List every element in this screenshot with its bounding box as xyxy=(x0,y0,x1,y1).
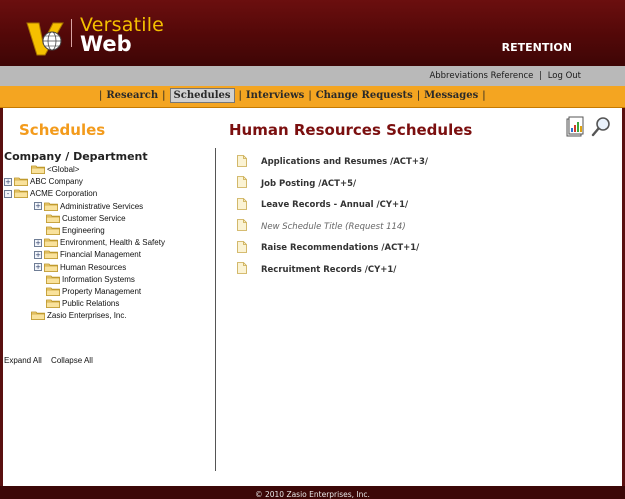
collapse-icon[interactable]: - xyxy=(4,189,12,198)
panel-divider xyxy=(215,148,216,471)
tree-node-label: Engineering xyxy=(62,226,105,235)
folder-icon xyxy=(44,202,58,211)
module-name: RETENTION xyxy=(501,41,572,54)
tree-node[interactable]: + Financial Management xyxy=(34,249,141,260)
expand-icon[interactable]: + xyxy=(34,250,42,259)
nav-separator: | xyxy=(238,90,242,101)
app-header: Versatile Web RETENTION xyxy=(0,0,625,66)
tree-node[interactable]: Information Systems xyxy=(46,274,135,285)
tree-node[interactable]: Customer Service xyxy=(46,213,126,224)
tree-node[interactable]: Engineering xyxy=(46,225,105,236)
tree-node[interactable]: Public Relations xyxy=(46,298,119,309)
folder-icon xyxy=(44,250,58,260)
left-panel-title: Schedules xyxy=(19,121,106,139)
document-icon xyxy=(237,154,261,170)
folder-icon xyxy=(46,287,60,296)
schedule-item[interactable]: Applications and Resumes /ACT+3/ xyxy=(237,154,428,170)
expand-icon[interactable]: + xyxy=(34,238,42,247)
tree-node[interactable]: + ABC Company xyxy=(4,176,83,187)
tree-node-label: <Global> xyxy=(47,165,80,174)
tree-node[interactable]: + Administrative Services xyxy=(34,201,143,212)
schedule-title: New Schedule Title (Request 114) xyxy=(261,221,406,232)
expand-icon[interactable]: + xyxy=(34,263,42,272)
schedule-item[interactable]: Job Posting /ACT+5/ xyxy=(237,176,357,191)
tree-node-label: Zasio Enterprises, Inc. xyxy=(47,311,127,321)
tree-node-label: Human Resources xyxy=(60,262,127,272)
report-icon[interactable] xyxy=(566,116,584,138)
tree-node-label: Administrative Services xyxy=(60,201,144,211)
utility-bar: Abbreviations Reference | Log Out xyxy=(0,66,625,86)
folder-icon xyxy=(44,263,58,272)
tree-node[interactable]: Zasio Enterprises, Inc. xyxy=(31,310,127,321)
nav-research[interactable]: Research xyxy=(106,90,158,101)
folder-icon xyxy=(31,165,45,174)
tree-node[interactable]: <Global> xyxy=(31,164,79,175)
tree-node[interactable]: + Human Resources xyxy=(34,262,126,273)
folder-icon xyxy=(14,189,28,199)
nav-messages[interactable]: Messages xyxy=(424,90,478,101)
nav-separator: | xyxy=(416,90,421,101)
tree-node-label: Property Management xyxy=(62,287,142,296)
document-icon xyxy=(237,176,261,191)
tree-node-label: Financial Management xyxy=(60,250,141,260)
folder-icon xyxy=(14,177,28,187)
schedule-title: Leave Records - Annual /CY+1/ xyxy=(261,200,409,210)
schedule-title: Recruitment Records /CY+1/ xyxy=(261,264,397,275)
folder-icon xyxy=(46,275,60,284)
nav-separator: | xyxy=(99,90,103,101)
copyright-text: © 2010 Zasio Enterprises, Inc. xyxy=(255,490,370,499)
abbreviations-reference-link[interactable]: Abbreviations Reference xyxy=(429,71,533,81)
tree-controls: Expand All Collapse All xyxy=(4,356,100,365)
search-icon[interactable] xyxy=(591,116,611,138)
nav-separator: | xyxy=(162,90,166,101)
utility-separator: | xyxy=(539,71,542,81)
page-title: Human Resources Schedules xyxy=(229,121,473,139)
folder-icon xyxy=(46,299,60,309)
schedule-title: Raise Recommendations /ACT+1/ xyxy=(261,243,420,253)
nav-separator: | xyxy=(482,90,486,101)
document-icon xyxy=(237,240,261,256)
tree-node-label: Customer Service xyxy=(62,213,126,223)
schedule-item[interactable]: Recruitment Records /CY+1/ xyxy=(237,262,397,277)
footer: © 2010 Zasio Enterprises, Inc. xyxy=(0,486,625,499)
document-icon xyxy=(237,219,261,234)
nav-interviews[interactable]: Interviews xyxy=(246,90,304,101)
tree-node-label: ACME Corporation xyxy=(30,189,98,199)
tree-node-label: Information Systems xyxy=(62,274,135,284)
schedule-item[interactable]: New Schedule Title (Request 114) xyxy=(237,219,406,234)
expand-icon[interactable]: + xyxy=(34,202,42,211)
collapse-all-link[interactable]: Collapse All xyxy=(51,356,93,365)
tree-node[interactable]: + Environment, Health & Safety xyxy=(34,237,165,248)
schedule-item[interactable]: Raise Recommendations /ACT+1/ xyxy=(237,240,420,256)
document-icon xyxy=(237,197,261,213)
brand-line2: Web xyxy=(80,32,132,56)
tree-node[interactable]: Property Management xyxy=(46,286,141,297)
tree-node-label: ABC Company xyxy=(30,177,83,187)
folder-icon xyxy=(31,311,45,321)
nav-change-requests[interactable]: Change Requests xyxy=(316,90,413,101)
schedule-title: Applications and Resumes /ACT+3/ xyxy=(261,157,428,167)
folder-icon xyxy=(46,214,60,223)
logo-divider xyxy=(71,19,72,47)
tree-node-label: Environment, Health & Safety xyxy=(60,238,165,248)
tree-node[interactable]: - ACME Corporation xyxy=(4,188,97,199)
expand-all-link[interactable]: Expand All xyxy=(4,356,42,365)
tree-header: Company / Department xyxy=(4,150,148,163)
nav-separator: | xyxy=(308,90,312,101)
folder-icon xyxy=(44,238,58,248)
folder-icon xyxy=(46,226,60,235)
expand-icon[interactable]: + xyxy=(4,177,12,186)
document-icon xyxy=(237,262,261,277)
nav-schedules[interactable]: Schedules xyxy=(169,88,235,103)
logout-link[interactable]: Log Out xyxy=(548,71,581,81)
versatile-logo-icon xyxy=(26,22,64,56)
schedule-title: Job Posting /ACT+5/ xyxy=(261,178,357,189)
schedule-item[interactable]: Leave Records - Annual /CY+1/ xyxy=(237,197,409,213)
tree-node-label: Public Relations xyxy=(62,299,120,309)
main-nav: | Research | Schedules | Interviews | Ch… xyxy=(0,86,625,108)
